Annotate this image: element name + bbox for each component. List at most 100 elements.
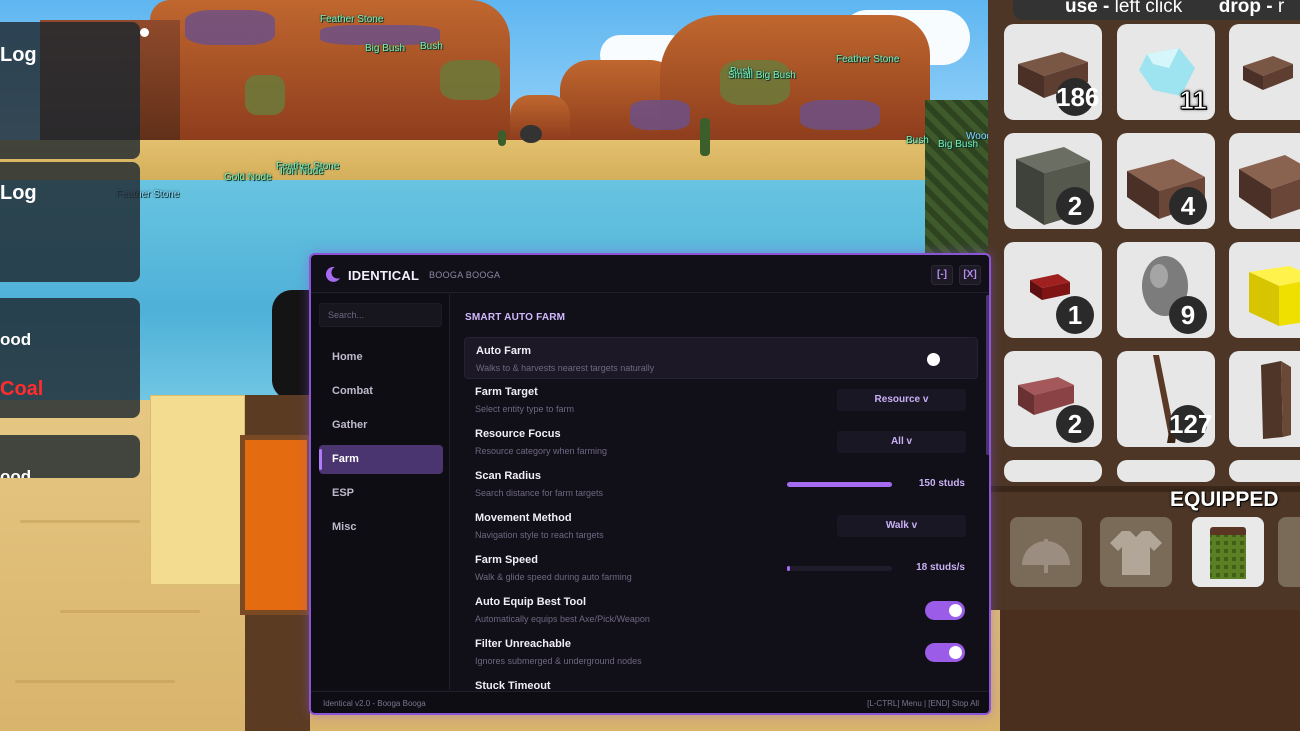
slider-value: 18 studs/s <box>916 562 965 573</box>
inventory-slot[interactable]: 1 <box>1004 242 1102 338</box>
identical-menu-window: IDENTICAL BOOGA BOOGA [-] [X] Home Comba… <box>309 253 991 715</box>
node-label: Gold Node <box>224 172 272 183</box>
farm-speed-slider[interactable] <box>787 566 892 571</box>
nav-misc[interactable]: Misc <box>319 513 443 542</box>
footer-keybinds: [L-CTRL] Menu | [END] Stop All <box>867 699 979 708</box>
close-button[interactable]: [X] <box>959 265 981 285</box>
option-label: Farm Speed <box>475 554 538 566</box>
menu-header[interactable]: IDENTICAL BOOGA BOOGA [-] [X] <box>311 255 989 293</box>
nav-esp[interactable]: ESP <box>319 479 443 508</box>
movement-method-dropdown[interactable]: Walk v <box>837 515 966 537</box>
option-label: Scan Radius <box>475 470 542 482</box>
search-input[interactable] <box>319 303 442 327</box>
option-farm-target: Farm Target Select entity type to farm R… <box>464 379 978 421</box>
menu-subtitle: BOOGA BOOGA <box>429 270 501 280</box>
menu-sidebar: Home Combat Gather Farm ESP Misc <box>311 294 450 690</box>
node-label: Small Big Bush <box>728 70 796 81</box>
resource-focus-dropdown[interactable]: All v <box>837 431 966 453</box>
inventory-panel: use - left click drop - r 186 11 2 4 1 9 <box>988 0 1300 610</box>
notification: ood <box>0 435 140 478</box>
option-filter-unreachable: Filter Unreachable Ignores submerged & u… <box>464 631 978 673</box>
option-description: Search distance for farm targets <box>475 488 604 498</box>
auto-equip-toggle[interactable] <box>925 601 965 620</box>
toggle-knob <box>927 353 940 366</box>
inventory-hint-bar: use - left click drop - r <box>1013 0 1300 20</box>
shirt-icon <box>1110 531 1162 575</box>
nav-farm[interactable]: Farm <box>319 445 443 474</box>
nav-gather[interactable]: Gather <box>319 411 443 440</box>
inventory-slot[interactable] <box>1229 24 1300 120</box>
rock <box>520 125 542 143</box>
node-label: Iron Node <box>280 166 324 177</box>
inventory-slot[interactable] <box>1229 242 1300 338</box>
item-count: 9 <box>1169 296 1207 334</box>
cactus <box>700 118 710 156</box>
hint-use-key: use - <box>1065 0 1110 17</box>
option-movement-method: Movement Method Navigation style to reac… <box>464 505 978 547</box>
farm-target-dropdown[interactable]: Resource v <box>837 389 966 411</box>
item-count: 2 <box>1056 405 1094 443</box>
item-count: 4 <box>1169 187 1207 225</box>
inventory-slot[interactable]: 9 <box>1117 242 1215 338</box>
nav-combat[interactable]: Combat <box>319 377 443 406</box>
hint-drop-action: r <box>1277 0 1285 17</box>
footer-version: Identical v2.0 - Booga Booga <box>323 699 426 708</box>
inventory-slot[interactable] <box>1004 460 1102 482</box>
option-description: Resource category when farming <box>475 446 608 456</box>
moss-patch <box>185 10 275 45</box>
toggle-knob <box>949 604 962 617</box>
cactus <box>498 130 506 146</box>
option-label: Farm Target <box>475 386 538 398</box>
node-label: Big Bush <box>365 43 406 54</box>
option-farm-speed: Farm Speed Walk & glide speed during aut… <box>464 547 978 589</box>
item-count: 11 <box>1179 85 1207 116</box>
option-label: Resource Focus <box>475 428 561 440</box>
equip-slot-helmet[interactable] <box>1010 517 1082 587</box>
inventory-slot[interactable]: 4 <box>1117 133 1215 229</box>
inventory-slot[interactable] <box>1229 460 1300 482</box>
equip-slot-bag[interactable] <box>1192 517 1264 587</box>
minimize-button[interactable]: [-] <box>931 265 953 285</box>
equip-slot-chest[interactable] <box>1100 517 1172 587</box>
scan-radius-slider[interactable] <box>787 482 892 487</box>
inventory-slot[interactable]: 2 <box>1004 351 1102 447</box>
hint-drop-key: drop - <box>1218 0 1273 17</box>
option-resource-focus: Resource Focus Resource category when fa… <box>464 421 978 463</box>
item-count: 2 <box>1056 187 1094 225</box>
equipped-title: EQUIPPED <box>1170 488 1279 511</box>
slider-fill <box>787 566 791 571</box>
item-count: 1 <box>1056 296 1094 334</box>
option-description: Walk & glide speed during auto farming <box>475 572 632 582</box>
node-label: Bush <box>906 135 929 146</box>
option-stuck-timeout: Stuck Timeout <box>464 673 978 690</box>
notification-text: ood <box>0 467 32 478</box>
slider-fill <box>787 482 892 487</box>
equip-slot[interactable] <box>1278 517 1300 587</box>
moss-patch <box>440 60 500 100</box>
inventory-slot[interactable]: 11 <box>1117 24 1215 120</box>
yellow-cube-icon <box>1249 266 1300 326</box>
node-label: Feather Stone <box>836 54 900 65</box>
player-arm <box>150 395 245 585</box>
inventory-slot[interactable]: 186 <box>1004 24 1102 120</box>
menu-scrollbar[interactable] <box>986 295 989 455</box>
notification-text: Coal <box>0 378 44 400</box>
moss-patch <box>800 100 880 130</box>
option-scan-radius: Scan Radius Search distance for farm tar… <box>464 463 978 505</box>
inventory-slot[interactable]: 2 <box>1004 133 1102 229</box>
filter-unreachable-toggle[interactable] <box>925 643 965 662</box>
menu-footer: Identical v2.0 - Booga Booga [L-CTRL] Me… <box>311 691 989 713</box>
notification: Log <box>0 162 140 282</box>
notification-text: Log <box>0 182 37 204</box>
inventory-slot[interactable]: 127 <box>1117 351 1215 447</box>
inventory-slot[interactable] <box>1229 351 1300 447</box>
item-count: 127 <box>1169 405 1212 443</box>
option-auto-farm[interactable]: Auto Farm Walks to & harvests nearest ta… <box>464 337 978 379</box>
option-description: Ignores submerged & underground nodes <box>475 656 642 666</box>
inventory-slot[interactable] <box>1229 133 1300 229</box>
option-label: Stuck Timeout <box>475 680 551 690</box>
auto-farm-toggle[interactable] <box>924 350 964 369</box>
inventory-slot[interactable] <box>1117 460 1215 482</box>
menu-title: IDENTICAL <box>348 268 420 283</box>
nav-home[interactable]: Home <box>319 343 443 372</box>
